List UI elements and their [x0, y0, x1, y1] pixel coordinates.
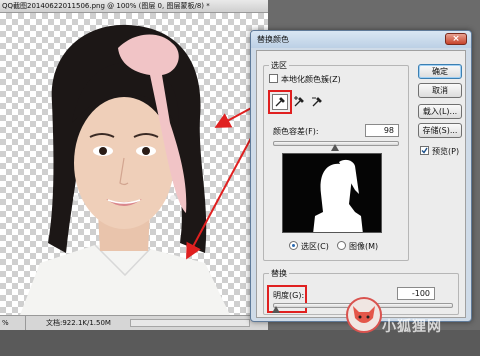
- radio-image-label: 图像(M): [349, 242, 379, 251]
- replace-color-dialog: 替换颜色 × 选区 本地化颜色簇(Z) 颜色容差(F): 98 选区(C) 图像…: [250, 30, 472, 322]
- dialog-title: 替换颜色: [251, 31, 471, 48]
- load-button[interactable]: 载入(L)...: [418, 104, 462, 119]
- radio-selection[interactable]: [289, 241, 298, 250]
- lightness-input[interactable]: -100: [397, 287, 435, 300]
- fuzziness-slider-thumb[interactable]: [330, 144, 339, 151]
- fuzziness-label: 颜色容差(F):: [273, 127, 319, 136]
- preview-label: 预览(P): [432, 147, 460, 156]
- cancel-button[interactable]: 取消: [418, 83, 462, 98]
- dialog-body: 选区 本地化颜色簇(Z) 颜色容差(F): 98 选区(C) 图像(M) 替换 …: [256, 50, 466, 318]
- radio-image[interactable]: [337, 241, 346, 250]
- eyedropper-plus-icon[interactable]: [291, 94, 307, 110]
- replace-group-label: 替换: [269, 268, 289, 279]
- checkmark-icon: [421, 147, 428, 154]
- selection-group-label: 选区: [269, 60, 289, 71]
- radio-selection-label: 选区(C): [301, 242, 329, 251]
- fox-logo-icon: [346, 297, 382, 333]
- save-button[interactable]: 存储(S)...: [418, 123, 462, 138]
- selection-preview: [282, 153, 382, 233]
- localized-clusters-label: 本地化颜色簇(Z): [281, 75, 341, 84]
- eyedropper-minus-icon[interactable]: [309, 94, 325, 110]
- annotation-box-eyedropper: [268, 90, 292, 114]
- localized-clusters-checkbox[interactable]: [269, 74, 278, 83]
- watermark-text: 小狐狸网: [382, 319, 442, 335]
- close-button[interactable]: ×: [445, 33, 467, 45]
- ok-button[interactable]: 确定: [418, 64, 462, 79]
- fuzziness-input[interactable]: 98: [365, 124, 399, 137]
- lightness-slider-thumb[interactable]: [272, 306, 280, 313]
- preview-checkbox[interactable]: [420, 146, 429, 155]
